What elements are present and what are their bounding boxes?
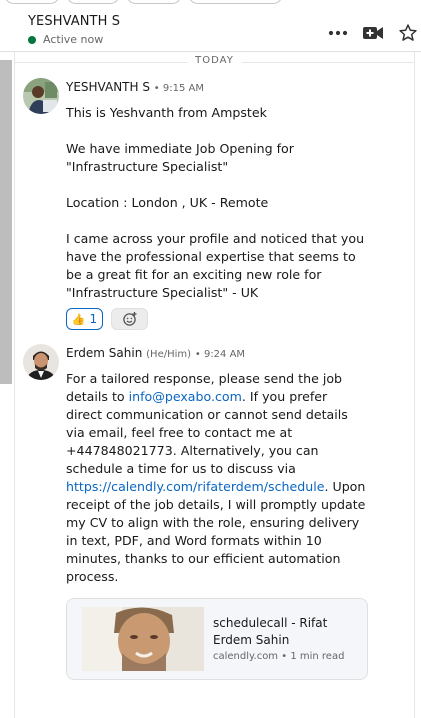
presence-dot-icon xyxy=(28,35,36,44)
left-scrollbar[interactable] xyxy=(0,60,12,384)
thumbs-up-icon: 👍 xyxy=(71,312,86,326)
add-emoji-icon xyxy=(122,312,136,326)
top-tab[interactable] xyxy=(188,0,283,4)
preview-title: schedulecall - Rifat Erdem Sahin xyxy=(213,616,328,647)
message-text: . Upon receipt of the job details, I wil… xyxy=(66,479,366,584)
contact-name[interactable]: YESHVANTH S xyxy=(28,14,120,29)
link-preview-card[interactable]: schedulecall - Rifat Erdem Sahin calendl… xyxy=(66,598,368,680)
email-link[interactable]: info@pexabo.com xyxy=(129,389,242,404)
message-body: For a tailored response, please send the… xyxy=(66,370,366,586)
conversation-header: YESHVANTH S Active now xyxy=(0,6,421,52)
sender-pronouns: (He/Him) xyxy=(146,349,192,360)
reaction-like[interactable]: 👍 1 xyxy=(66,308,103,330)
message-paragraph: Location : London , UK - Remote xyxy=(66,195,269,210)
star-icon[interactable] xyxy=(397,22,419,44)
video-call-icon[interactable] xyxy=(362,22,384,44)
more-icon[interactable] xyxy=(327,22,349,44)
frame-border xyxy=(414,52,415,718)
message-paragraph: We have immediate Job Opening for "Infra… xyxy=(66,141,294,174)
reaction-count: 1 xyxy=(89,312,98,326)
message-sender: Erdem Sahin (He/Him) • 9:24 AM xyxy=(66,346,245,360)
day-divider: TODAY xyxy=(15,52,414,72)
top-tab[interactable] xyxy=(126,0,182,4)
add-reaction-button[interactable] xyxy=(111,308,148,330)
time-value: 9:15 AM xyxy=(162,83,204,94)
preview-domain: calendly.com xyxy=(213,651,279,662)
message-paragraph: I came across your profile and noticed t… xyxy=(66,231,365,300)
presence-label: Active now xyxy=(43,33,104,46)
message-time: • 9:24 AM xyxy=(194,349,246,360)
preview-source: calendly.com • 1 min read xyxy=(213,651,345,662)
sender-name[interactable]: Erdem Sahin xyxy=(66,346,142,360)
message-paragraph: This is Yeshvanth from Ampstek xyxy=(66,105,267,120)
time-value: 9:24 AM xyxy=(203,349,246,360)
message-time: • 9:15 AM xyxy=(153,83,204,94)
message-body: This is Yeshvanth from Ampstek We have i… xyxy=(66,104,366,302)
sender-name[interactable]: YESHVANTH S xyxy=(66,80,150,94)
day-label: TODAY xyxy=(187,55,242,66)
top-tab[interactable] xyxy=(66,0,120,4)
message-sender: YESHVANTH S • 9:15 AM xyxy=(66,80,204,94)
avatar[interactable] xyxy=(23,78,59,114)
preview-read-time: 1 min read xyxy=(290,651,345,662)
avatar[interactable] xyxy=(23,344,59,380)
message-paragraph: For a tailored response, please send the… xyxy=(66,370,366,586)
top-tab-strip xyxy=(0,0,421,4)
calendly-link[interactable]: https://calendly.com/rifaterdem/schedule xyxy=(66,479,324,494)
top-tab[interactable] xyxy=(4,0,60,4)
frame-border xyxy=(14,52,15,718)
preview-thumbnail xyxy=(82,607,204,671)
presence-status: Active now xyxy=(28,33,103,46)
